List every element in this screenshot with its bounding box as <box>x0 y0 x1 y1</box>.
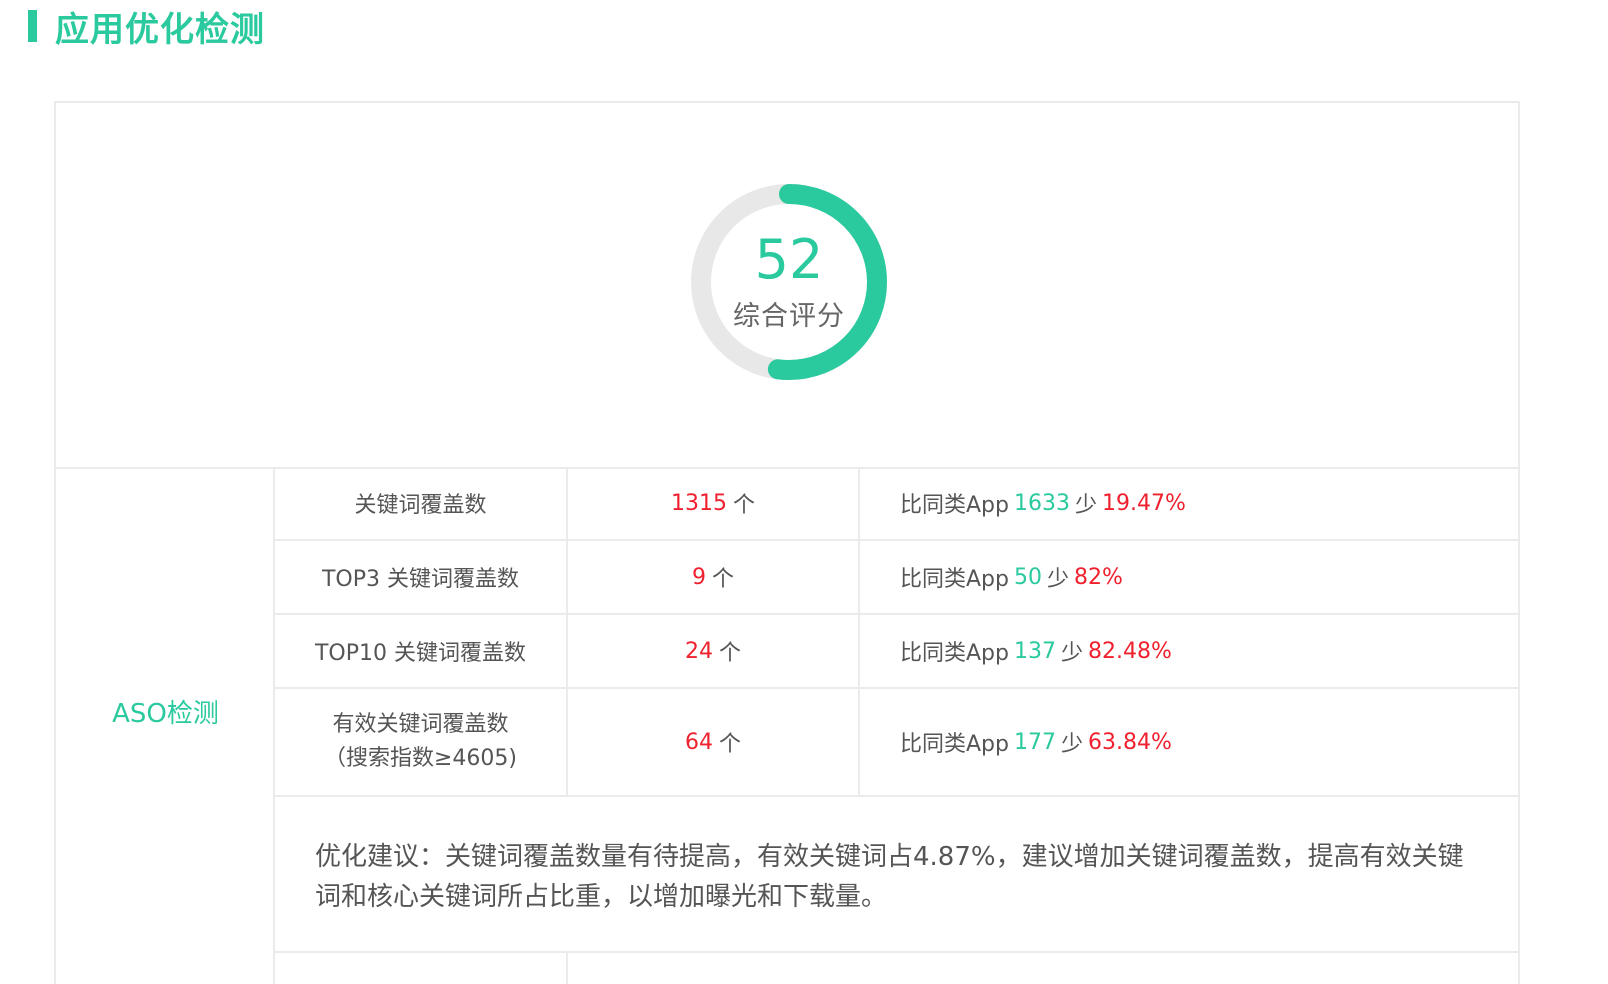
compare-prefix: 比同类App <box>900 641 1009 666</box>
score-gauge: 52 综合评分 <box>689 182 889 382</box>
metric-unit: 个 <box>718 732 741 757</box>
metric-count: 9 <box>691 564 706 590</box>
metric-count: 24 <box>684 638 713 664</box>
compare-value: 177 <box>1013 729 1056 755</box>
aso-table: 关键词覆盖数 1315 个 比同类App 1633 少 19.47% TOP3 关键词覆… <box>275 467 1520 984</box>
compare-prefix: 比同类App <box>900 493 1009 518</box>
partial-cell <box>275 953 568 984</box>
metric-compare-cell: 比同类App 50 少 82% <box>860 541 1520 613</box>
table-row: TOP3 关键词覆盖数 9个 比同类App 50 少 82% <box>275 541 1520 615</box>
metric-name: 关键词覆盖数 <box>354 493 487 518</box>
compare-percent: 19.47% <box>1102 490 1186 516</box>
table-row: 关键词覆盖数 1315 个 比同类App 1633 少 19.47% <box>275 467 1520 541</box>
compare-percent: 82% <box>1074 564 1123 590</box>
metric-count-cell: 64 个 <box>568 689 860 795</box>
table-row: 有效关键词覆盖数 （搜索指数≥4605) 64 个 比同类App 177 少 63.84… <box>275 689 1520 797</box>
aso-panel: 52 综合评分 ASO检测 关键词覆盖数 1315 个 比同类App 1633 少 19… <box>54 101 1520 984</box>
metric-count: 1315 <box>670 490 727 516</box>
metric-name-cell: TOP3 关键词覆盖数 <box>275 541 568 613</box>
metric-name: TOP10 关键词覆盖数 <box>314 641 526 666</box>
compare-percent: 82.48% <box>1088 638 1172 664</box>
metric-name: 有效关键词覆盖数 <box>332 712 509 737</box>
score-area: 52 综合评分 <box>56 103 1518 469</box>
metric-name-cell: 关键词覆盖数 <box>275 467 568 539</box>
compare-word: 少 <box>1060 732 1083 757</box>
compare-prefix: 比同类App <box>900 567 1009 592</box>
metric-unit: 个 <box>718 641 741 666</box>
metric-compare-cell: 比同类App 177 少 63.84% <box>860 689 1520 795</box>
compare-percent: 63.84% <box>1088 729 1172 755</box>
score-label: 综合评分 <box>733 301 845 332</box>
compare-prefix: 比同类App <box>900 732 1009 757</box>
metric-count-cell: 1315 个 <box>568 467 860 539</box>
section-header: 应用优化检测 <box>28 6 265 50</box>
aso-category-cell: ASO检测 <box>56 467 275 984</box>
compare-value: 50 <box>1013 564 1042 590</box>
metric-name-cell: 有效关键词覆盖数 （搜索指数≥4605) <box>275 689 568 795</box>
compare-word: 少 <box>1046 567 1069 592</box>
compare-value: 137 <box>1013 638 1056 664</box>
metric-compare-cell: 比同类App 137 少 82.48% <box>860 615 1520 687</box>
table-row-partial <box>275 953 1520 984</box>
aso-category-label: ASO检测 <box>112 699 219 729</box>
metric-count: 64 <box>684 729 713 755</box>
metric-count-cell: 9个 <box>568 541 860 613</box>
metric-count-cell: 24 个 <box>568 615 860 687</box>
metric-name-cell: TOP10 关键词覆盖数 <box>275 615 568 687</box>
section-title: 应用优化检测 <box>55 9 265 50</box>
section-accent-bar <box>28 10 37 42</box>
metric-compare-cell: 比同类App 1633 少 19.47% <box>860 467 1520 539</box>
page: 应用优化检测 52 综合评分 ASO检测 关键词覆盖数 1315 个 比同类Ap… <box>0 0 1608 984</box>
metric-name: TOP3 关键词覆盖数 <box>321 567 519 592</box>
score-value: 52 <box>754 228 824 291</box>
metric-name-sub: （搜索指数≥4605) <box>323 746 517 771</box>
metric-unit: 个 <box>732 493 755 518</box>
compare-word: 少 <box>1060 641 1083 666</box>
compare-value: 1633 <box>1013 490 1070 516</box>
metric-unit: 个 <box>711 567 734 592</box>
optimization-advice: 优化建议：关键词覆盖数量有待提高，有效关键词占4.87%，建议增加关键词覆盖数，… <box>275 797 1520 953</box>
table-row: TOP10 关键词覆盖数 24 个 比同类App 137 少 82.48% <box>275 615 1520 689</box>
compare-word: 少 <box>1074 493 1097 518</box>
